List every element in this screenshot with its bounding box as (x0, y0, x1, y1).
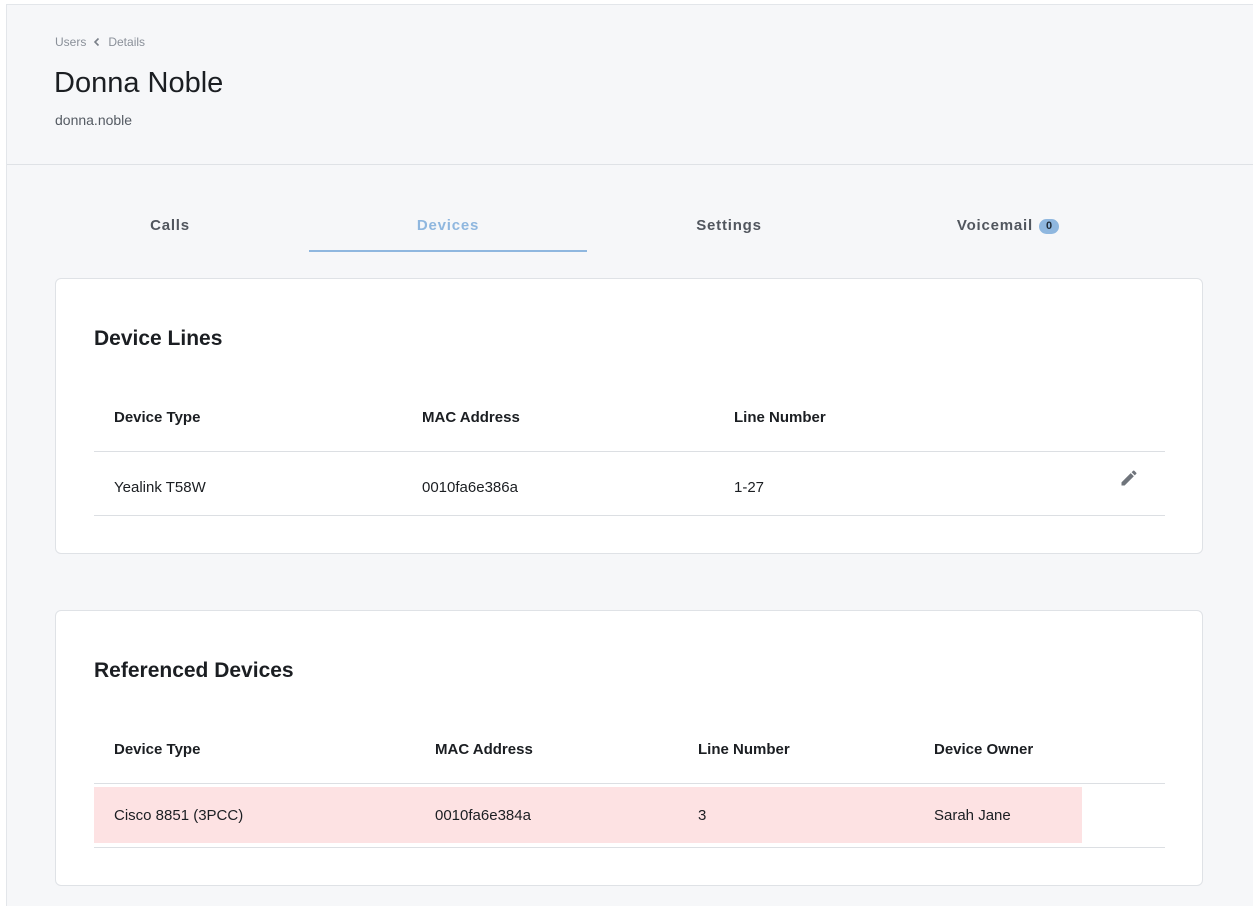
column-header-line-number: Line Number (698, 741, 790, 758)
referenced-devices-table: Device Type MAC Address Line Number Devi… (94, 739, 1165, 849)
table-divider (94, 515, 1165, 516)
tab-settings[interactable]: Settings (590, 205, 868, 252)
column-header-device-owner: Device Owner (934, 741, 1034, 758)
breadcrumb: Users Details (55, 35, 145, 49)
tab-calls[interactable]: Calls (31, 205, 309, 252)
breadcrumb-users-link[interactable]: Users (55, 35, 86, 49)
column-header-mac-address: MAC Address (422, 409, 520, 426)
cell-device-owner: Sarah Jane (934, 807, 1011, 824)
page-title: Donna Noble (54, 67, 224, 99)
device-lines-card: Device Lines Device Type MAC Address Lin… (55, 278, 1203, 554)
tab-label: Devices (416, 217, 480, 234)
table-divider (94, 783, 1165, 784)
tab-voicemail[interactable]: Voicemail 0 (869, 205, 1147, 252)
voicemail-count-badge: 0 (1039, 219, 1060, 234)
breadcrumb-current: Details (108, 35, 146, 49)
referenced-devices-title: Referenced Devices (94, 659, 294, 682)
cell-line-number: 1-27 (734, 479, 765, 496)
referenced-devices-card: Referenced Devices Device Type MAC Addre… (55, 610, 1203, 886)
device-lines-title: Device Lines (94, 327, 223, 350)
tab-label: Voicemail (956, 217, 1033, 234)
cell-device-type: Cisco 8851 (3PCC) (114, 807, 244, 824)
page-header: Users Details Donna Noble donna.noble (7, 5, 1253, 165)
tab-bar: Calls Devices Settings Voicemail 0 (31, 205, 1151, 255)
tab-label: Settings (696, 217, 762, 234)
tab-devices[interactable]: Devices (309, 205, 587, 252)
tab-label: Calls (150, 217, 190, 234)
pencil-icon (1119, 468, 1139, 493)
column-header-line-number: Line Number (734, 409, 826, 426)
cell-mac-address: 0010fa6e386a (422, 479, 518, 496)
device-lines-table: Device Type MAC Address Line Number Yeal… (94, 407, 1165, 517)
column-header-device-type: Device Type (114, 741, 201, 758)
cell-mac-address: 0010fa6e384a (435, 807, 531, 824)
chevron-left-icon (92, 37, 102, 47)
username-label: donna.noble (55, 112, 133, 128)
column-header-mac-address: MAC Address (435, 741, 533, 758)
table-divider (94, 847, 1165, 848)
column-header-device-type: Device Type (114, 409, 201, 426)
cell-device-type: Yealink T58W (114, 479, 206, 496)
page-frame: Users Details Donna Noble donna.noble Ca… (6, 4, 1253, 906)
table-divider (94, 451, 1165, 452)
cell-line-number: 3 (698, 807, 707, 824)
edit-line-button[interactable] (1117, 468, 1141, 492)
